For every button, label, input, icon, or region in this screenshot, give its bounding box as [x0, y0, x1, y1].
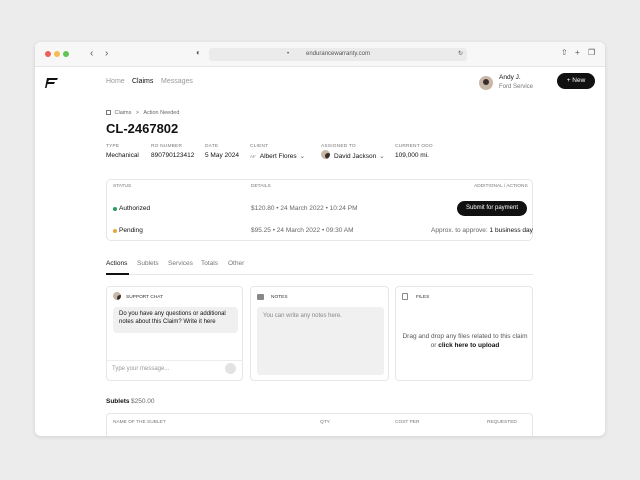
new-tab-icon[interactable]: +: [575, 48, 580, 57]
date-1: 24 March 2022: [280, 205, 324, 212]
nav-item-claims[interactable]: Claims: [132, 78, 153, 85]
support-chat-title: SUPPORT CHAT: [126, 295, 164, 300]
close-window-dot[interactable]: [45, 51, 51, 57]
sublet-cost-header: COST PER: [395, 420, 420, 425]
lock-icon: •: [287, 51, 290, 57]
status-dot-pending: [113, 229, 117, 233]
client-label: CLIENT: [250, 144, 269, 149]
assignee-avatar: [321, 150, 330, 159]
chevron-down-icon: ⌄: [379, 153, 385, 160]
amount-2: $95.25: [251, 227, 271, 234]
notes-placeholder: You can write any notes here.: [263, 313, 342, 319]
tab-services[interactable]: Services: [168, 260, 193, 267]
amount-1: $120.80: [251, 205, 275, 212]
upload-link[interactable]: click here to upload: [438, 342, 499, 349]
status-header: STATUS: [113, 184, 132, 189]
time-1: 10:24 PM: [329, 205, 358, 212]
files-title: FILES: [416, 295, 430, 300]
client-initials-icon: AF: [250, 154, 256, 159]
notes-title: NOTES: [271, 295, 288, 300]
type-label: TYPE: [106, 144, 120, 149]
sublets-amount: $250.00: [131, 398, 155, 405]
nav-item-messages[interactable]: Messages: [161, 78, 193, 85]
minimize-window-dot[interactable]: [54, 51, 60, 57]
sublet-name-header: NAME OF THE SUBLET: [113, 420, 166, 425]
address-bar[interactable]: • endurancewarranty.com ↻: [209, 48, 467, 61]
breadcrumb-claims[interactable]: Claims: [115, 110, 132, 116]
approve-label: Approx. to approve:: [431, 227, 488, 234]
new-button-label: New: [572, 77, 586, 84]
breadcrumb: Claims > Action Needed: [106, 110, 179, 116]
status-authorized: Authorized: [119, 205, 151, 212]
send-icon[interactable]: [225, 363, 236, 374]
reload-icon[interactable]: ↻: [458, 48, 463, 61]
detail-row-2: $95.25 • 24 March 2022 • 09:30 AM: [251, 227, 354, 234]
date-2: 24 March 2022: [276, 227, 321, 234]
notes-textarea[interactable]: You can write any notes here.: [257, 307, 384, 375]
type-value: Mechanical: [106, 152, 139, 159]
support-avatar: [113, 292, 121, 300]
breadcrumb-separator: >: [135, 110, 140, 116]
ro-number-label: RO NUMBER: [151, 144, 183, 149]
tab-other[interactable]: Other: [228, 260, 244, 267]
chat-message-input[interactable]: Type your message...: [112, 366, 169, 372]
status-dot-authorized: [113, 207, 117, 211]
approve-value: 1 business day: [489, 227, 533, 234]
brand-logo: [45, 78, 58, 88]
files-dropzone-text: Drag and drop any files related to this …: [400, 332, 530, 350]
sublet-qty-header: QTY: [320, 420, 330, 425]
details-header: DETAILS: [251, 184, 271, 189]
submit-for-payment-button[interactable]: Submit for payment: [457, 201, 527, 216]
forward-arrow-icon[interactable]: ›: [105, 48, 108, 59]
app-navbar: Home Claims Messages Andy J. Ford Servic…: [35, 67, 605, 107]
maximize-window-dot[interactable]: [63, 51, 69, 57]
nav-item-home[interactable]: Home: [106, 78, 125, 85]
chat-divider: [106, 360, 243, 361]
claim-title: CL-2467802: [106, 121, 179, 136]
claims-doc-icon: [106, 110, 111, 115]
approve-estimate: Approx. to approve: 1 business day: [431, 227, 533, 234]
file-icon: [402, 293, 408, 300]
new-button[interactable]: + New: [557, 73, 595, 89]
client-value: Albert Flores: [259, 153, 297, 160]
client-selector[interactable]: AF Albert Flores ⌄: [250, 152, 305, 160]
date-label: DATE: [205, 144, 219, 149]
user-avatar[interactable]: [479, 76, 493, 90]
ro-number-value: 890790123412: [151, 152, 195, 159]
user-name: Andy J.: [499, 74, 521, 81]
chat-message: Do you have any questions or additional …: [113, 307, 238, 333]
tab-sublets[interactable]: Sublets: [137, 260, 159, 267]
tab-totals[interactable]: Totals: [201, 260, 218, 267]
assignee-selector[interactable]: David Jackson ⌄: [334, 152, 385, 160]
status-pending: Pending: [119, 227, 143, 234]
actions-header: ADDITIONAL / ACTIONS: [474, 184, 528, 189]
assigned-label: ASSIGNED TO: [321, 144, 356, 149]
odo-label: CURRENT ODO: [395, 144, 433, 149]
tabs-overview-icon[interactable]: ❐: [588, 48, 595, 57]
browser-window: ‹ › ◐ • endurancewarranty.com ↻ ⇧ + ❐ Ho…: [35, 42, 605, 436]
user-org: Ford Service: [499, 84, 534, 90]
odo-value: 109,000 mi.: [395, 152, 429, 159]
browser-chrome: ‹ › ◐ • endurancewarranty.com ↻ ⇧ + ❐: [35, 42, 605, 67]
sublet-requested-header: REQUESTED: [487, 420, 517, 425]
chevron-down-icon: ⌄: [299, 153, 306, 160]
active-tab-indicator: [106, 273, 129, 275]
back-arrow-icon[interactable]: ‹: [90, 48, 93, 59]
date-value: 5 May 2024: [205, 152, 239, 159]
time-2: 09:30 AM: [326, 227, 354, 234]
detail-row-1: $120.80 • 24 March 2022 • 10:24 PM: [251, 205, 358, 212]
shield-icon[interactable]: ◐: [196, 48, 201, 57]
breadcrumb-current: Action Needed: [143, 110, 180, 116]
assigned-value: David Jackson: [334, 153, 377, 160]
tab-actions[interactable]: Actions: [106, 260, 127, 267]
sublets-title: Sublets: [106, 398, 130, 405]
share-icon[interactable]: ⇧: [561, 48, 568, 57]
url-text: endurancewarranty.com: [306, 51, 370, 57]
notes-icon: [257, 294, 264, 300]
tabs-divider: [106, 274, 533, 275]
